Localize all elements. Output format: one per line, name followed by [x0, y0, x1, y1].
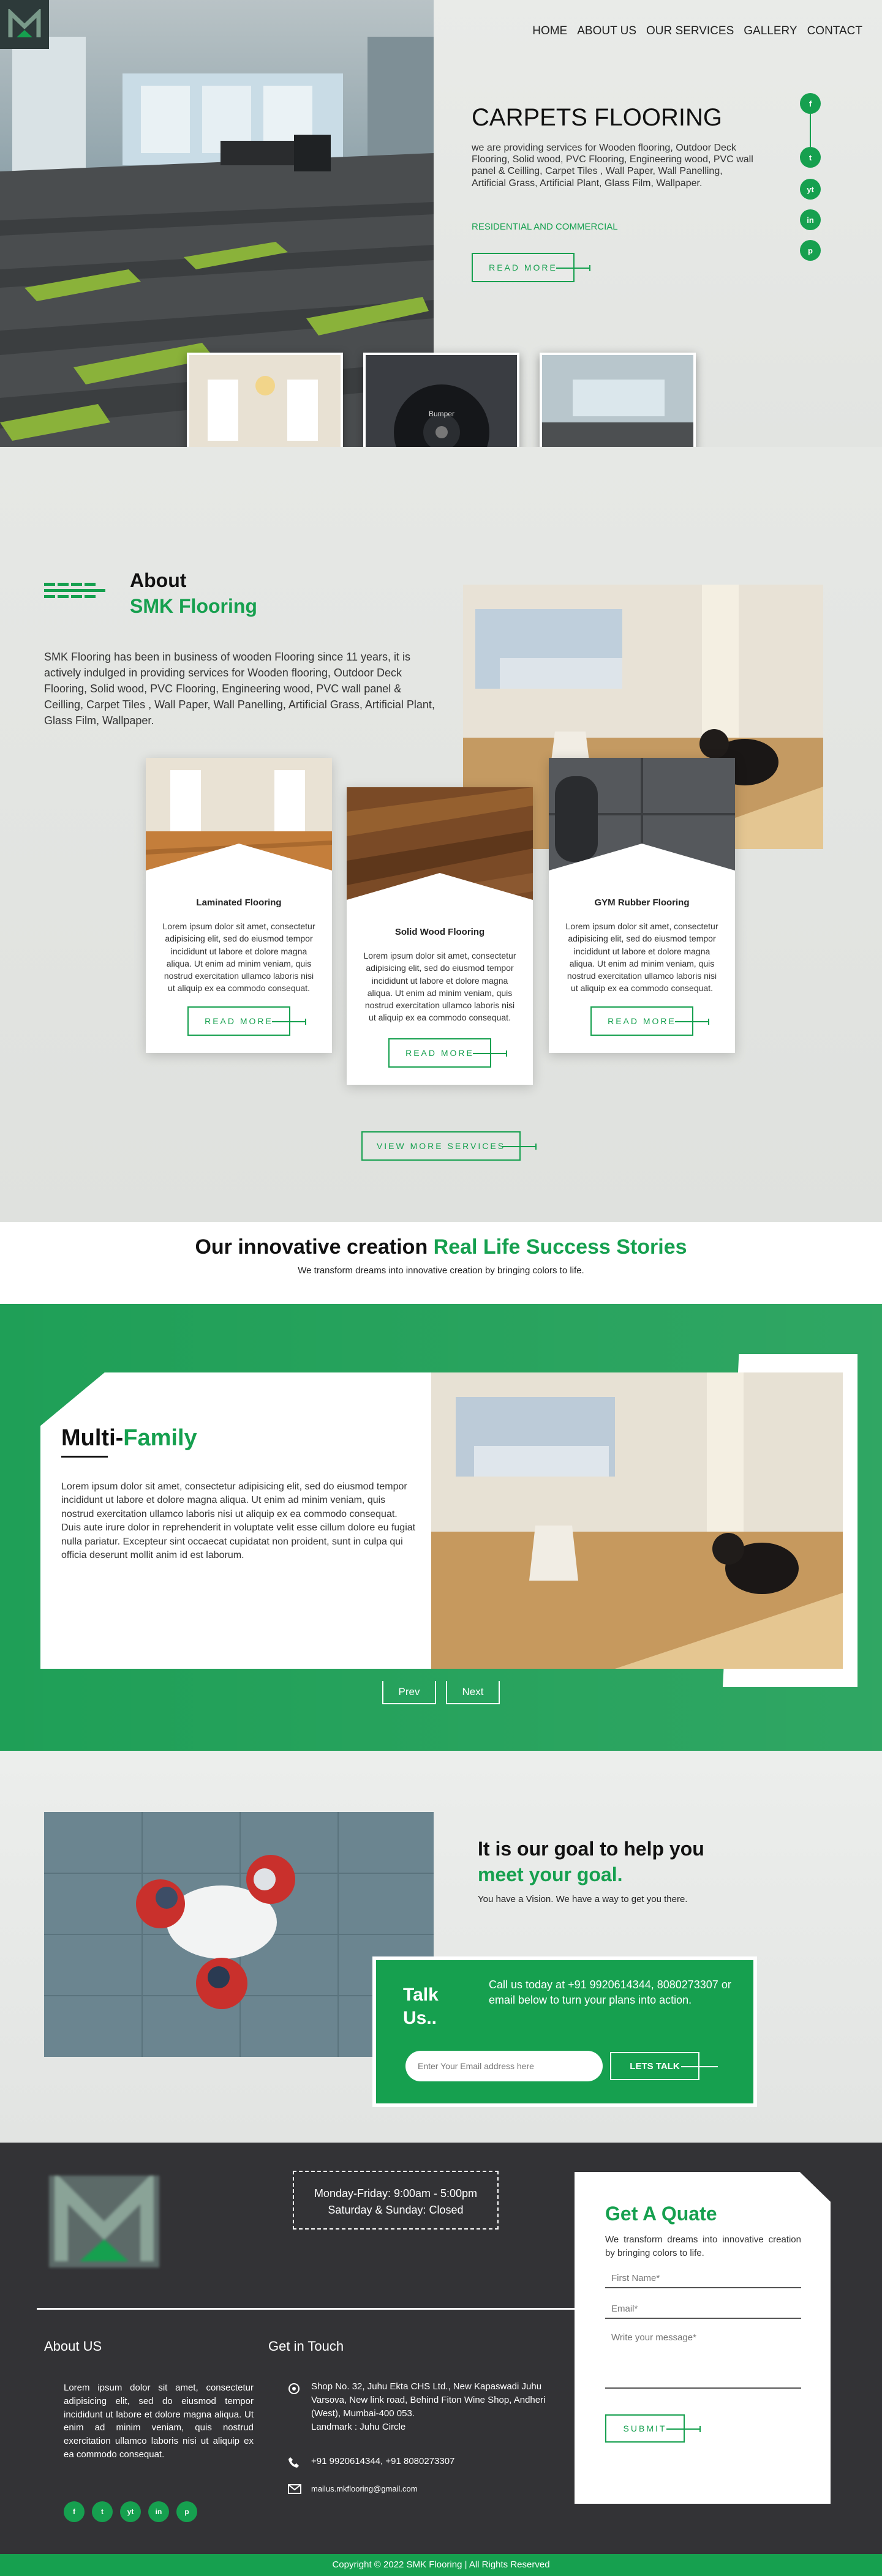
talk-text: Call us today at +91 9920614344, 8080273…: [489, 1979, 731, 2007]
footer-about-title: About US: [44, 2338, 102, 2354]
slide-title-underline: [61, 1456, 108, 1458]
copyright-bar: Copyright © 2022 SMK Flooring | All Righ…: [0, 2554, 882, 2576]
goal-heading: It is our goal to help you: [478, 1838, 704, 1860]
footer-phone[interactable]: +91 9920614344, +91 8080273307: [311, 2456, 454, 2466]
youtube-icon[interactable]: yt: [120, 2501, 141, 2522]
quote-title: Get A Quate: [605, 2203, 717, 2225]
solid-wood-image: [347, 787, 533, 922]
goal-subheading: You have a Vision. We have a way to get …: [478, 1894, 688, 1904]
service-card-laminated: Laminated Flooring Lorem ipsum dolor sit…: [146, 758, 332, 1053]
footer-landmark: Landmark : Juhu Circle: [311, 2422, 406, 2432]
about-brand-heading: SMK Flooring: [130, 595, 257, 617]
facebook-icon[interactable]: f: [800, 93, 821, 114]
stories-subheading: We transform dreams into innovative crea…: [298, 1265, 584, 1276]
footer-divider: [37, 2308, 582, 2310]
about-heading: About: [130, 569, 187, 591]
nav-gallery[interactable]: GALLERY: [744, 24, 797, 38]
phone-icon: [288, 2456, 300, 2468]
view-more-services-button[interactable]: VIEW MORE SERVICES: [361, 1131, 537, 1161]
service-card-gym-rubber: GYM Rubber Flooring Lorem ipsum dolor si…: [549, 758, 735, 1053]
linkedin-icon[interactable]: in: [800, 209, 821, 230]
talk-title: Talk Us..: [403, 1985, 439, 2028]
goal-section: It is our goal to help you meet your goa…: [0, 1751, 882, 2143]
footer-email[interactable]: mailus.mkflooring@gmail.com: [311, 2484, 418, 2493]
footer-address: Shop No. 32, Juhu Ekta CHS Ltd., New Kap…: [311, 2381, 546, 2419]
laminated-image: [146, 758, 332, 893]
opening-hours: Monday-Friday: 9:00am - 5:00pm Saturday …: [293, 2171, 499, 2230]
about-section: About SMK Flooring SMK Flooring has been…: [0, 447, 882, 1222]
solid-wood-read-more-button[interactable]: READ MORE: [388, 1038, 507, 1068]
service-card-solid-wood: Solid Wood Flooring Lorem ipsum dolor si…: [347, 787, 533, 1085]
hero-description: we are providing services for Wooden flo…: [472, 143, 753, 189]
gym-rubber-image: [549, 758, 735, 893]
laminated-read-more-button[interactable]: READ MORE: [187, 1006, 306, 1036]
footer-touch-title: Get in Touch: [268, 2338, 344, 2354]
talk-panel: Talk Us.. Call us today at +91 992061434…: [372, 1956, 757, 2107]
service-title: Solid Wood Flooring: [394, 927, 485, 937]
nav-services[interactable]: OUR SERVICES: [646, 24, 734, 38]
success-slider-section: Multi-Family Lorem ipsum dolor sit amet,…: [0, 1304, 882, 1751]
footer-about-text: Lorem ipsum dolor sit amet, consectetur …: [64, 2383, 254, 2460]
footer-logo[interactable]: [49, 2171, 159, 2267]
hero-title: CARPETS FLOORING: [472, 104, 722, 131]
main-nav: HOME ABOUT US OUR SERVICES GALLERY CONTA…: [532, 24, 862, 38]
next-button[interactable]: Next: [446, 1681, 500, 1704]
hero-tag: RESIDENTIAL AND COMMERCIAL: [472, 222, 618, 232]
hero-read-more-button[interactable]: READ MORE: [472, 253, 590, 282]
gym-rubber-read-more-button[interactable]: READ MORE: [590, 1006, 709, 1036]
submit-button[interactable]: SUBMIT: [605, 2414, 701, 2443]
talk-email-input[interactable]: [405, 2051, 603, 2081]
linkedin-icon[interactable]: in: [148, 2501, 169, 2522]
service-title: Laminated Flooring: [196, 897, 282, 908]
prev-button[interactable]: Prev: [382, 1681, 436, 1704]
service-title: GYM Rubber Flooring: [594, 897, 690, 908]
footer-social: f t yt in p: [64, 2501, 197, 2522]
email-icon: [288, 2484, 301, 2494]
brand-logo[interactable]: [0, 0, 49, 49]
goal-heading-green: meet your goal.: [478, 1863, 623, 1885]
social-divider: [810, 114, 811, 147]
svg-text:Bumper: Bumper: [429, 410, 454, 418]
quote-subtitle: We transform dreams into innovative crea…: [605, 2234, 801, 2258]
twitter-icon[interactable]: t: [92, 2501, 113, 2522]
nav-home[interactable]: HOME: [532, 24, 567, 38]
about-text: SMK Flooring has been in business of woo…: [44, 651, 435, 727]
email-input[interactable]: [605, 2299, 801, 2319]
location-icon: [288, 2383, 300, 2395]
slide-text: Lorem ipsum dolor sit amet, consectetur …: [61, 1481, 416, 1560]
dashes-decoration-icon: [44, 583, 105, 599]
slide-title: Multi-Family: [61, 1425, 197, 1451]
first-name-input[interactable]: [605, 2269, 801, 2288]
logo-m-icon: [8, 9, 41, 37]
footer-logo-icon: [55, 2171, 154, 2261]
service-text: Lorem ipsum dolor sit amet, consectetur …: [565, 921, 718, 994]
lets-talk-button[interactable]: LETS TALK: [610, 2052, 718, 2080]
youtube-icon[interactable]: yt: [800, 179, 821, 200]
service-text: Lorem ipsum dolor sit amet, consectetur …: [363, 951, 516, 1023]
pinterest-icon[interactable]: p: [176, 2501, 197, 2522]
site-footer: Monday-Friday: 9:00am - 5:00pm Saturday …: [0, 2143, 882, 2576]
message-textarea[interactable]: [605, 2329, 801, 2389]
service-text: Lorem ipsum dolor sit amet, consectetur …: [162, 921, 315, 994]
stories-heading: Our innovative creation Real Life Succes…: [195, 1235, 687, 1259]
stories-header: Our innovative creation Real Life Succes…: [0, 1222, 882, 1304]
twitter-icon[interactable]: t: [800, 147, 821, 168]
nav-contact[interactable]: CONTACT: [807, 24, 862, 38]
nav-about[interactable]: ABOUT US: [577, 24, 636, 38]
slide-photo: [431, 1372, 843, 1669]
pinterest-icon[interactable]: p: [800, 240, 821, 261]
facebook-icon[interactable]: f: [64, 2501, 85, 2522]
quote-form: Get A Quate We transform dreams into inn…: [575, 2172, 831, 2504]
